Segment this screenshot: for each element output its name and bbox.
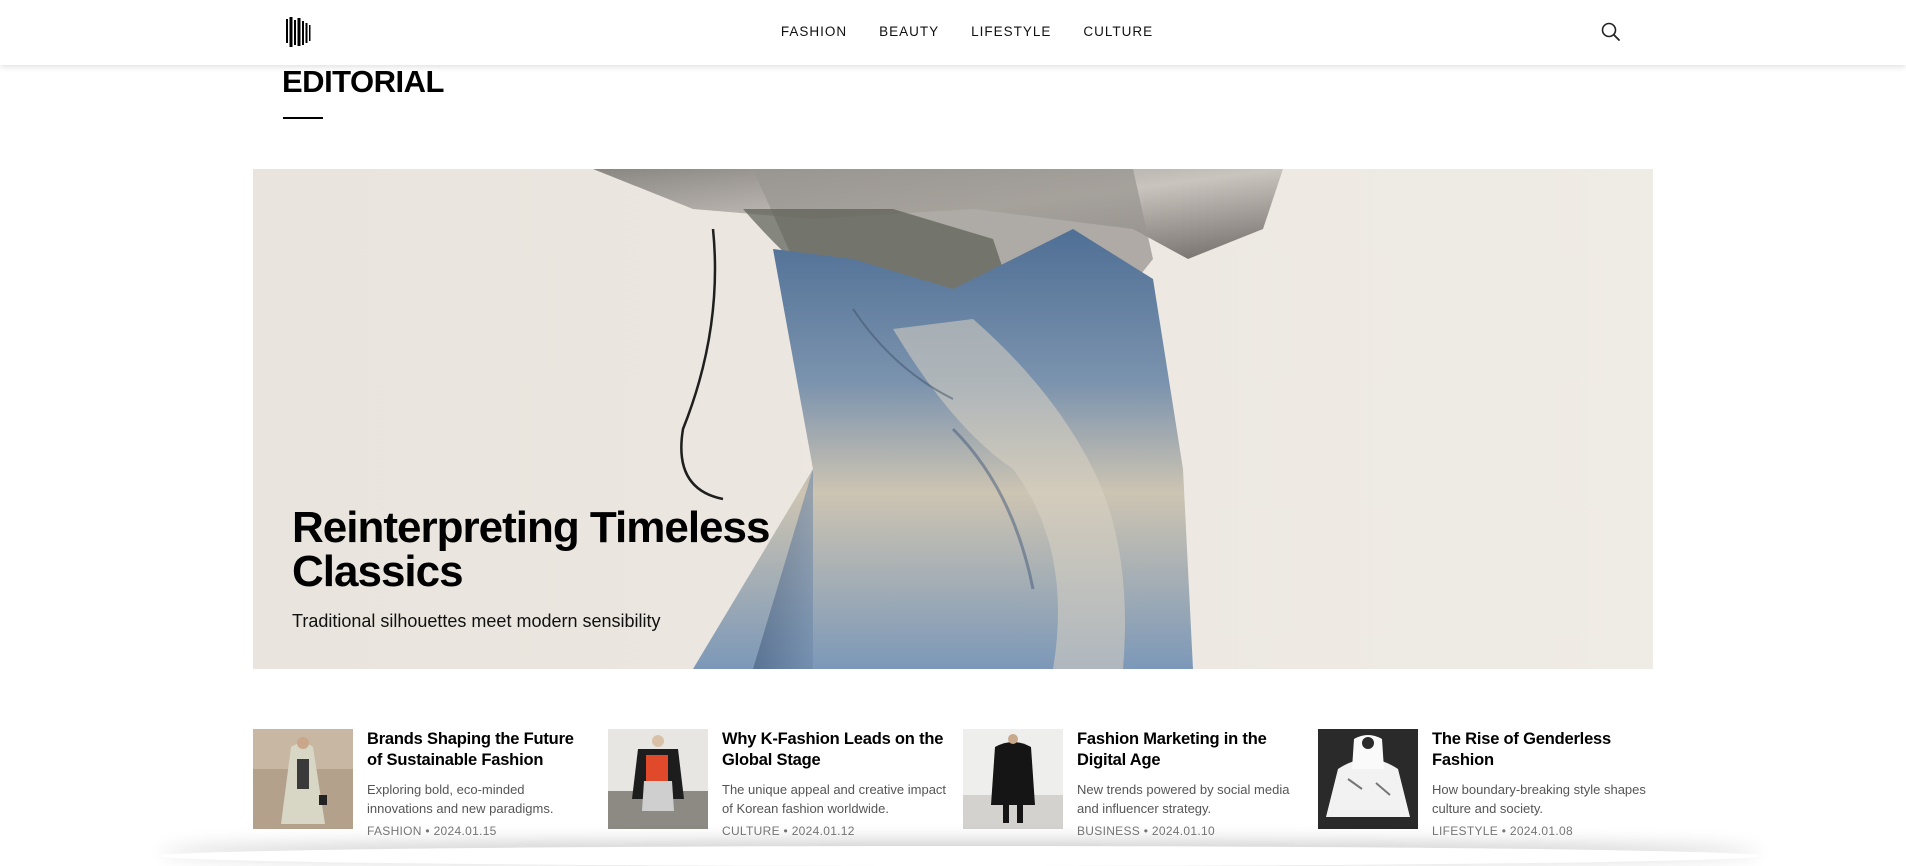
article-date: 2024.01.12 [791,824,855,838]
meta-separator: • [1143,824,1149,838]
article-image [253,729,353,829]
article-meta: BUSINESS • 2024.01.10 [1077,824,1303,838]
article-body: Fashion Marketing in the Digital Age New… [1077,729,1303,838]
article-card[interactable]: Brands Shaping the Future of Sustainable… [253,729,593,853]
article-date: 2024.01.15 [433,824,497,838]
bottom-overlay-shadow [160,846,1760,866]
nav-beauty[interactable]: BEAUTY [879,24,939,39]
section-title: EDITORIAL [282,64,445,99]
article-meta: FASHION • 2024.01.15 [367,824,593,838]
article-card[interactable]: Why K-Fashion Leads on the Global Stage … [608,729,948,853]
article-date: 2024.01.10 [1151,824,1215,838]
article-thumbnail [608,729,708,829]
hero-subtitle: Traditional silhouettes meet modern sens… [292,611,661,631]
article-body: Brands Shaping the Future of Sustainable… [367,729,593,838]
article-title[interactable]: Brands Shaping the Future of Sustainable… [367,729,593,771]
article-image [963,729,1063,829]
article-thumbnail [963,729,1063,829]
article-image [1318,729,1418,829]
search-button[interactable] [1600,21,1622,43]
article-meta: CULTURE • 2024.01.12 [722,824,948,838]
article-category: FASHION [367,824,422,838]
meta-separator: • [425,824,430,838]
article-description: Exploring bold, eco-minded innovations a… [367,782,554,816]
site-header: FASHION BEAUTY LIFESTYLE CULTURE [0,0,1906,65]
article-description: New trends powered by social media and i… [1077,782,1290,816]
article-description: The unique appeal and creative impact of… [722,782,947,816]
hero-image [253,169,1653,669]
article-body: The Rise of Genderless Fashion How bound… [1432,729,1658,838]
hero-feature[interactable]: Reinterpreting Timeless Classics Traditi… [253,169,1653,669]
nav-culture[interactable]: CULTURE [1083,24,1153,39]
article-category: BUSINESS [1077,824,1141,838]
nav-fashion[interactable]: FASHION [781,24,847,39]
article-card[interactable]: Fashion Marketing in the Digital Age New… [963,729,1303,853]
article-date: 2024.01.08 [1509,824,1573,838]
search-icon [1601,22,1620,41]
article-title[interactable]: The Rise of Genderless Fashion [1432,729,1658,771]
title-underline [283,117,323,119]
article-body: Why K-Fashion Leads on the Global Stage … [722,729,948,838]
article-title[interactable]: Fashion Marketing in the Digital Age [1077,729,1303,771]
hero-title: Reinterpreting Timeless Classics [292,503,770,596]
article-thumbnail [253,729,353,829]
nav-lifestyle[interactable]: LIFESTYLE [971,24,1051,39]
article-category: CULTURE [722,824,780,838]
article-image [608,729,708,829]
meta-separator: • [1501,824,1507,838]
article-description: How boundary-breaking style shapes cultu… [1432,782,1646,816]
article-meta: LIFESTYLE • 2024.01.08 [1432,824,1658,838]
article-list: Brands Shaping the Future of Sustainable… [253,729,1653,853]
article-category: LIFESTYLE [1432,824,1499,838]
article-thumbnail [1318,729,1418,829]
article-card[interactable]: The Rise of Genderless Fashion How bound… [1318,729,1658,853]
article-title[interactable]: Why K-Fashion Leads on the Global Stage [722,729,948,771]
meta-separator: • [783,824,789,838]
